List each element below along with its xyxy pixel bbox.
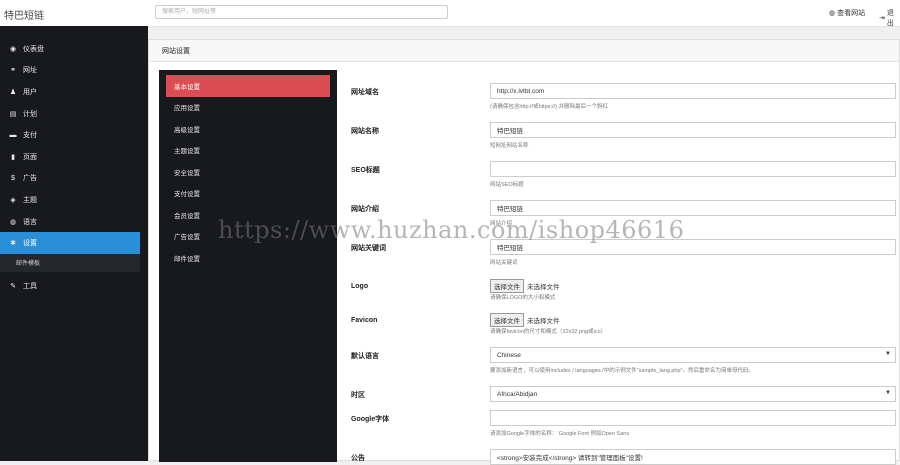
sidebar-item-pages[interactable]: ▮ 页面 <box>0 146 148 168</box>
site-name-help: 短网址网站名称 <box>490 143 529 149</box>
settings-tab-security[interactable]: 安全设置 <box>166 161 330 183</box>
dollar-icon: $ <box>11 174 15 182</box>
google-font-help: 请添加Google字体的名称： Google Font 例如Open Sans <box>490 431 630 437</box>
site-description-label: 网站介绍 <box>351 206 379 213</box>
sidebar-item-label: 广告 <box>23 175 37 183</box>
sidebar-item-users[interactable]: ♟ 用户 <box>0 81 148 103</box>
logout-label: 退出 <box>886 10 894 27</box>
panel-header: 网站设置 <box>149 40 899 62</box>
settings-tab-app[interactable]: 应用设置 <box>166 97 330 119</box>
site-url-label: 网址域名 <box>351 89 379 96</box>
default-language-select[interactable]: Chinese ▼ <box>490 347 896 363</box>
sidebar-subitem-email-templates[interactable]: 邮件模板 <box>0 253 140 272</box>
sidebar: ◉ 仪表盘 ⚭ 网址 ♟ 用户 ▤ 计划 ▬ 支付 ▮ 页面 $ 广告 ◈ 主题 ◍ 语言 ✱ 设置… <box>0 26 148 461</box>
favicon-file-picker: 选择文件 未选择文件 <box>490 313 560 327</box>
watermark-text: https://www.huzhan.com/ishop46616 <box>218 216 685 244</box>
user-icon: ♟ <box>9 88 17 96</box>
settings-tab-theme[interactable]: 主题设置 <box>166 140 330 162</box>
sidebar-item-label: 用户 <box>23 88 37 96</box>
settings-tab-email[interactable]: 邮件设置 <box>166 247 330 269</box>
sidebar-item-settings[interactable]: ✱ 设置 <box>0 232 140 254</box>
sidebar-item-links[interactable]: ⚭ 网址 <box>0 60 148 82</box>
payment-icon: ▬ <box>9 131 17 139</box>
sidebar-item-ads[interactable]: $ 广告 <box>0 168 148 190</box>
top-bar: 特巴短链 ◍ 查看网站 ⇥ 退出 <box>0 0 900 27</box>
settings-tab-payment[interactable]: 支付设置 <box>166 183 330 205</box>
site-description-input[interactable]: 特巴短链 <box>490 200 896 216</box>
brand-logo[interactable]: 特巴短链 <box>4 7 44 22</box>
globe-icon: ◍ <box>829 10 836 17</box>
sidebar-item-dashboard[interactable]: ◉ 仪表盘 <box>0 38 148 60</box>
logo-choose-file-button[interactable]: 选择文件 <box>490 279 524 293</box>
plan-icon: ▤ <box>9 110 17 118</box>
site-keywords-help: 网站关键词 <box>490 260 518 266</box>
sidebar-item-label: 设置 <box>23 240 37 248</box>
sidebar-item-label: 语言 <box>23 218 37 226</box>
favicon-choose-file-button[interactable]: 选择文件 <box>490 313 524 327</box>
site-name-label: 网站名称 <box>351 128 379 135</box>
settings-nav: 基本设置 应用设置 高级设置 主题设置 安全设置 支付设置 会员设置 广告设置 … <box>159 70 337 462</box>
logout-icon: ⇥ <box>879 15 885 22</box>
logo-file-picker: 选择文件 未选择文件 <box>490 279 560 293</box>
sidebar-item-label: 网址 <box>23 67 37 75</box>
favicon-help: 请确保favicon的尺寸和模式（32x32 png或ico） <box>490 329 607 335</box>
dashboard-icon: ◉ <box>9 45 17 53</box>
view-site-label: 查看网站 <box>837 10 866 17</box>
sidebar-item-label: 仪表盘 <box>23 45 44 53</box>
favicon-label: Favicon <box>351 317 378 324</box>
settings-panel: 网站设置 基本设置 应用设置 高级设置 主题设置 安全设置 支付设置 会员设置 … <box>148 39 900 465</box>
sidebar-item-label: 页面 <box>23 153 37 161</box>
notice-label: 公告 <box>351 455 365 462</box>
search-input[interactable] <box>155 5 448 19</box>
site-url-help: (请确保包含http://或https://) 并删除最后一个斜杠 <box>490 104 608 110</box>
logo-label: Logo <box>351 283 369 290</box>
sidebar-item-tools[interactable]: ✎ 工具 <box>0 275 148 297</box>
timezone-value: Africa/Abidjan <box>497 390 538 398</box>
sidebar-item-label: 主题 <box>23 196 37 204</box>
seo-title-input[interactable] <box>490 161 896 177</box>
language-icon: ◍ <box>9 218 17 226</box>
logout-link[interactable]: ⇥ 退出 <box>879 8 900 28</box>
wrench-icon: ✎ <box>10 282 16 290</box>
seo-title-help: 网站SEO标题 <box>490 182 524 188</box>
site-keywords-label: 网站关键词 <box>351 245 386 252</box>
notice-textarea[interactable]: <strong>安装完成</strong> 请转到"管理面板"设置! <box>490 449 896 465</box>
default-language-help: 要添加新语言，可以使用includes / languages /中的示例文件"… <box>490 368 755 374</box>
sidebar-item-label: 工具 <box>23 282 37 290</box>
site-url-input[interactable]: http://x.lvtbt.com <box>490 83 896 99</box>
sidebar-item-label: 计划 <box>23 110 37 118</box>
link-icon: ⚭ <box>10 67 16 75</box>
sidebar-item-payments[interactable]: ▬ 支付 <box>0 124 148 146</box>
theme-icon: ◈ <box>10 196 16 204</box>
logo-help: 请确保LOGO的大小和模式 <box>490 295 556 301</box>
page-icon: ▮ <box>11 153 15 161</box>
google-font-label: Google字体 <box>351 416 390 423</box>
seo-title-label: SEO标题 <box>351 167 380 174</box>
sidebar-item-themes[interactable]: ◈ 主题 <box>0 189 148 211</box>
site-name-input[interactable]: 特巴短链 <box>490 122 896 138</box>
default-language-value: Chinese <box>497 351 521 359</box>
settings-tab-advanced[interactable]: 高级设置 <box>166 118 330 140</box>
timezone-label: 时区 <box>351 392 365 399</box>
default-language-label: 默认语言 <box>351 353 379 360</box>
timezone-select[interactable]: Africa/Abidjan ▼ <box>490 386 896 402</box>
sidebar-item-plans[interactable]: ▤ 计划 <box>0 103 148 125</box>
logo-file-status: 未选择文件 <box>527 284 560 291</box>
sidebar-item-label: 支付 <box>23 132 37 140</box>
caret-down-icon: ▼ <box>885 351 891 357</box>
view-site-link[interactable]: ◍ 查看网站 <box>829 8 865 18</box>
sidebar-item-languages[interactable]: ◍ 语言 <box>0 211 148 233</box>
caret-down-icon: ▼ <box>885 390 891 396</box>
settings-tab-basic[interactable]: 基本设置 <box>166 75 330 97</box>
favicon-file-status: 未选择文件 <box>527 318 560 325</box>
gear-icon: ✱ <box>10 240 16 248</box>
panel-title: 网站设置 <box>162 48 190 55</box>
google-font-input[interactable] <box>490 410 896 426</box>
